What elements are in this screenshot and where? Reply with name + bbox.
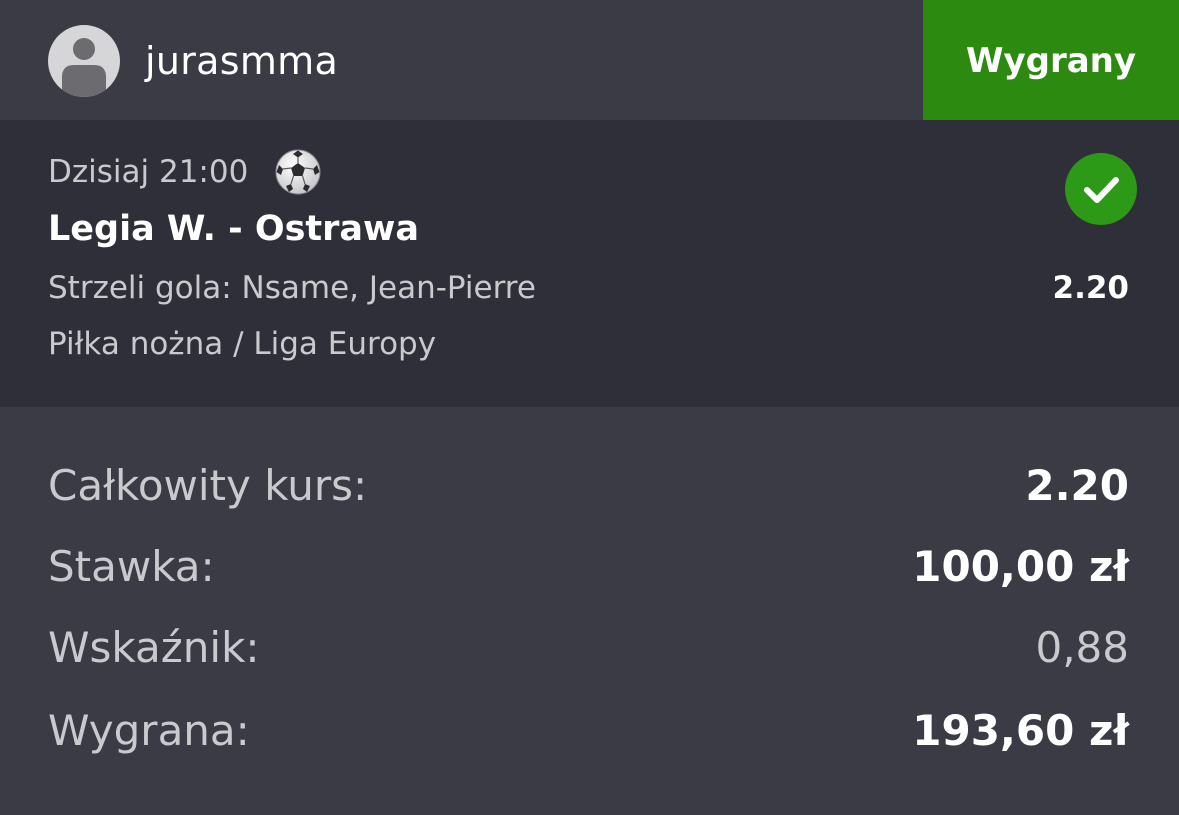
total-odds-value: 2.20 — [1025, 461, 1129, 510]
bet-selection: Strzeli gola: Nsame, Jean-Pierre — [48, 270, 536, 306]
winnings-label: Wygrana: — [48, 706, 250, 755]
status-badge: Wygrany — [923, 0, 1179, 120]
user-avatar-icon[interactable] — [48, 25, 120, 97]
stake-label: Stawka: — [48, 542, 215, 591]
event-time-row: Dzisiaj 21:00 — [48, 148, 322, 196]
stake-value: 100,00 zł — [912, 542, 1129, 591]
stake-row: Stawka: 100,00 zł — [48, 539, 1129, 595]
match-title: Legia W. - Ostrawa — [48, 209, 419, 249]
winnings-row: Wygrana: 193,60 zł — [48, 703, 1129, 759]
bet-header: jurasmma Wygrany — [0, 0, 1179, 120]
league-label: Piłka nożna / Liga Europy — [48, 326, 437, 362]
username[interactable]: jurasmma — [145, 38, 338, 84]
total-odds-row: Całkowity kurs: 2.20 — [48, 458, 1129, 514]
bet-summary: Całkowity kurs: 2.20 Stawka: 100,00 zł W… — [0, 407, 1179, 815]
winnings-value: 193,60 zł — [912, 706, 1129, 755]
event-time: Dzisiaj 21:00 — [48, 154, 249, 190]
ratio-value: 0,88 — [1035, 623, 1129, 672]
ratio-row: Wskaźnik: 0,88 — [48, 620, 1129, 676]
soccer-ball-icon — [275, 149, 321, 195]
ratio-label: Wskaźnik: — [48, 623, 260, 672]
event-card[interactable]: Dzisiaj 21:00 Legia W. - Ostrawa Strzeli… — [0, 120, 1179, 407]
checkmark-icon — [1065, 153, 1137, 225]
total-odds-label: Całkowity kurs: — [48, 461, 368, 510]
bet-odds: 2.20 — [1052, 270, 1130, 306]
